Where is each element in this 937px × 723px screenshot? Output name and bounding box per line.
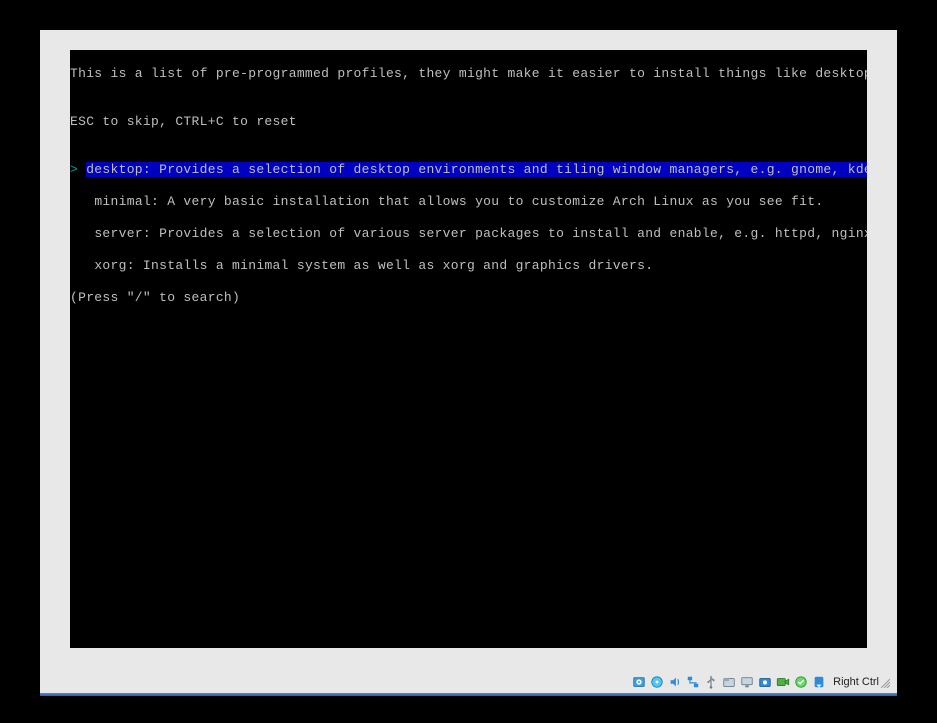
indent [70,226,94,241]
network-icon[interactable] [685,674,701,690]
profile-option-server[interactable]: server: Provides a selection of various … [70,226,867,242]
cpu-icon[interactable] [793,674,809,690]
indent [70,258,94,273]
display-icon[interactable] [739,674,755,690]
profile-option-server-label: server: Provides a selection of various … [94,226,867,241]
console-screen[interactable]: This is a list of pre-programmed profile… [70,50,867,648]
window-bottom-edge [40,693,897,696]
selection-pointer: > [70,162,86,177]
console-search-hint: (Press "/" to search) [70,290,867,306]
profile-option-xorg-label: xorg: Installs a minimal system as well … [94,258,653,273]
indent [70,194,94,209]
console-hint: ESC to skip, CTRL+C to reset [70,114,867,130]
profile-option-desktop[interactable]: > desktop: Provides a selection of deskt… [70,162,867,178]
profile-option-desktop-label: desktop: Provides a selection of desktop… [86,162,867,177]
audio-icon[interactable] [667,674,683,690]
vm-statusbar: Right Ctrl [40,671,897,693]
harddisk-icon[interactable] [631,674,647,690]
usb-icon[interactable] [703,674,719,690]
recording-icon[interactable] [775,674,791,690]
profile-option-minimal[interactable]: minimal: A very basic installation that … [70,194,867,210]
resize-grip-icon[interactable] [881,675,891,689]
console-header: This is a list of pre-programmed profile… [70,66,867,82]
host-key-label: Right Ctrl [833,676,879,688]
snapshot-icon[interactable] [757,674,773,690]
mouse-integration-icon[interactable] [811,674,827,690]
profile-option-xorg[interactable]: xorg: Installs a minimal system as well … [70,258,867,274]
shared-folder-icon[interactable] [721,674,737,690]
profile-option-minimal-label: minimal: A very basic installation that … [94,194,823,209]
optical-disc-icon[interactable] [649,674,665,690]
